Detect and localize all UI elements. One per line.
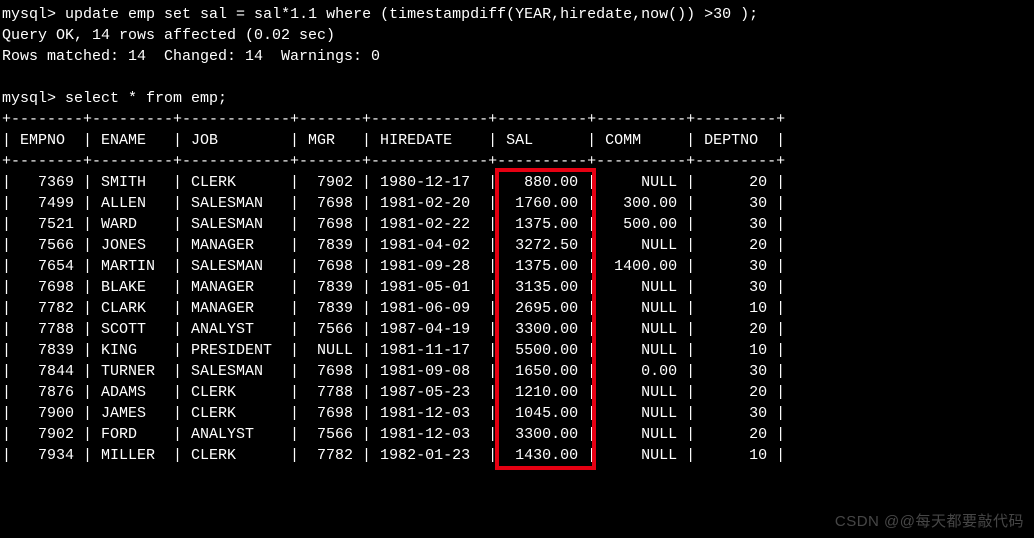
table-row: | 7788 | SCOTT | ANALYST | 7566 | 1987-0… [2, 319, 1032, 340]
blank-line [2, 67, 1032, 88]
query-ok-line: Query OK, 14 rows affected (0.02 sec) [2, 25, 1032, 46]
watermark-text: CSDN @@每天都要敲代码 [835, 511, 1024, 532]
select-command: select * from emp; [65, 90, 227, 107]
update-command-line[interactable]: mysql> update emp set sal = sal*1.1 wher… [2, 4, 1032, 25]
table-row: | 7876 | ADAMS | CLERK | 7788 | 1987-05-… [2, 382, 1032, 403]
table-row: | 7654 | MARTIN | SALESMAN | 7698 | 1981… [2, 256, 1032, 277]
rows-matched-line: Rows matched: 14 Changed: 14 Warnings: 0 [2, 46, 1032, 67]
result-table: +--------+---------+------------+-------… [2, 109, 1032, 466]
mysql-prompt: mysql> [2, 6, 56, 23]
table-row: | 7934 | MILLER | CLERK | 7782 | 1982-01… [2, 445, 1032, 466]
table-row: | 7521 | WARD | SALESMAN | 7698 | 1981-0… [2, 214, 1032, 235]
table-row: | 7844 | TURNER | SALESMAN | 7698 | 1981… [2, 361, 1032, 382]
table-row: | 7902 | FORD | ANALYST | 7566 | 1981-12… [2, 424, 1032, 445]
table-border-mid: +--------+---------+------------+-------… [2, 151, 1032, 172]
table-row: | 7369 | SMITH | CLERK | 7902 | 1980-12-… [2, 172, 1032, 193]
table-border-top: +--------+---------+------------+-------… [2, 109, 1032, 130]
table-row: | 7900 | JAMES | CLERK | 7698 | 1981-12-… [2, 403, 1032, 424]
table-row: | 7698 | BLAKE | MANAGER | 7839 | 1981-0… [2, 277, 1032, 298]
select-command-line[interactable]: mysql> select * from emp; [2, 88, 1032, 109]
table-row: | 7782 | CLARK | MANAGER | 7839 | 1981-0… [2, 298, 1032, 319]
table-row: | 7499 | ALLEN | SALESMAN | 7698 | 1981-… [2, 193, 1032, 214]
table-row: | 7566 | JONES | MANAGER | 7839 | 1981-0… [2, 235, 1032, 256]
mysql-prompt: mysql> [2, 90, 56, 107]
table-header-row: | EMPNO | ENAME | JOB | MGR | HIREDATE |… [2, 130, 1032, 151]
table-row: | 7839 | KING | PRESIDENT | NULL | 1981-… [2, 340, 1032, 361]
update-command: update emp set sal = sal*1.1 where (time… [65, 6, 758, 23]
